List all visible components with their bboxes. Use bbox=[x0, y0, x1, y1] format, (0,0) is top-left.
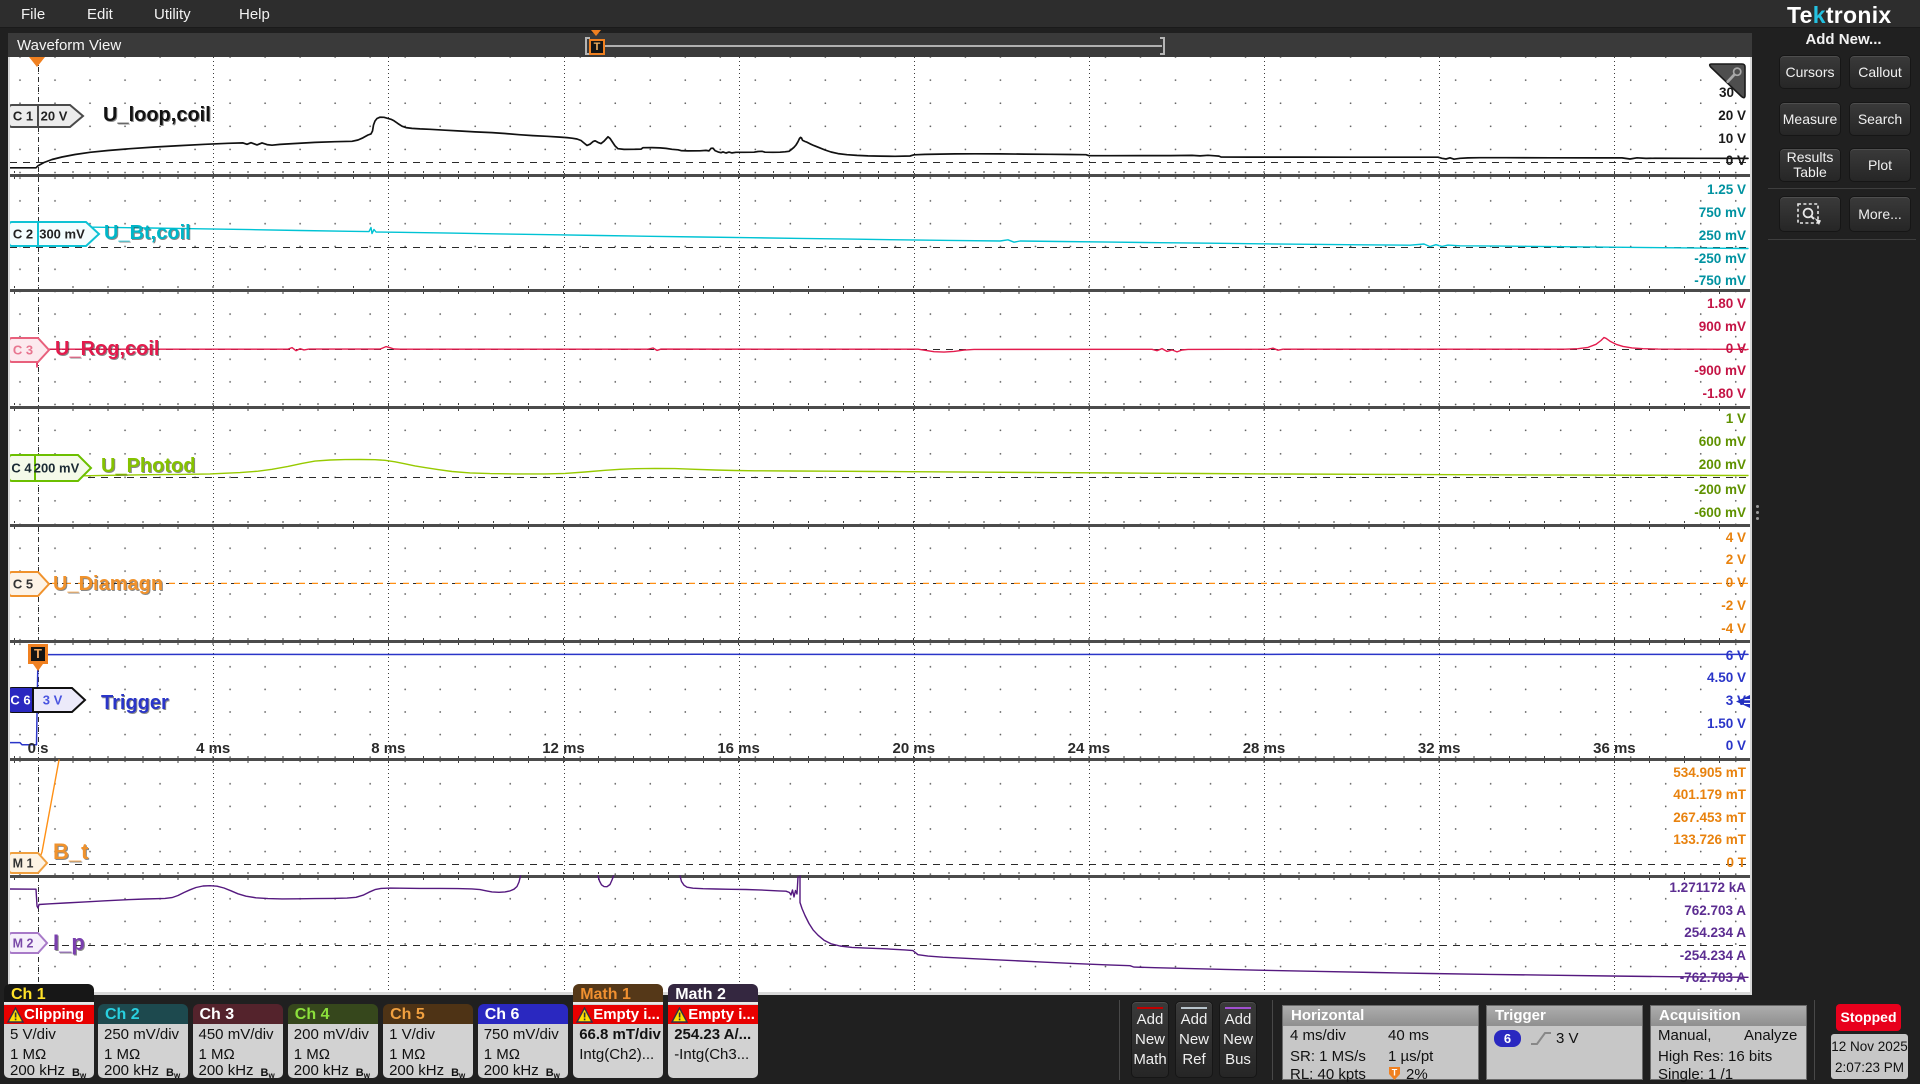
svg-text:C 5: C 5 bbox=[13, 577, 33, 592]
svg-text:C 4: C 4 bbox=[11, 460, 32, 475]
svg-text:T: T bbox=[1392, 1068, 1398, 1078]
svg-text:M 1: M 1 bbox=[13, 857, 34, 871]
svg-text:C 6: C 6 bbox=[10, 693, 30, 708]
svg-text:20 V: 20 V bbox=[41, 108, 68, 123]
svg-text:M 2: M 2 bbox=[13, 937, 34, 951]
svg-text:C 3: C 3 bbox=[13, 343, 33, 358]
svg-text:3 V: 3 V bbox=[43, 693, 63, 708]
svg-text:300 mV: 300 mV bbox=[39, 226, 85, 241]
svg-text:C 2: C 2 bbox=[13, 226, 33, 241]
svg-text:C 1: C 1 bbox=[13, 108, 33, 123]
svg-text:200 mV: 200 mV bbox=[34, 460, 80, 475]
